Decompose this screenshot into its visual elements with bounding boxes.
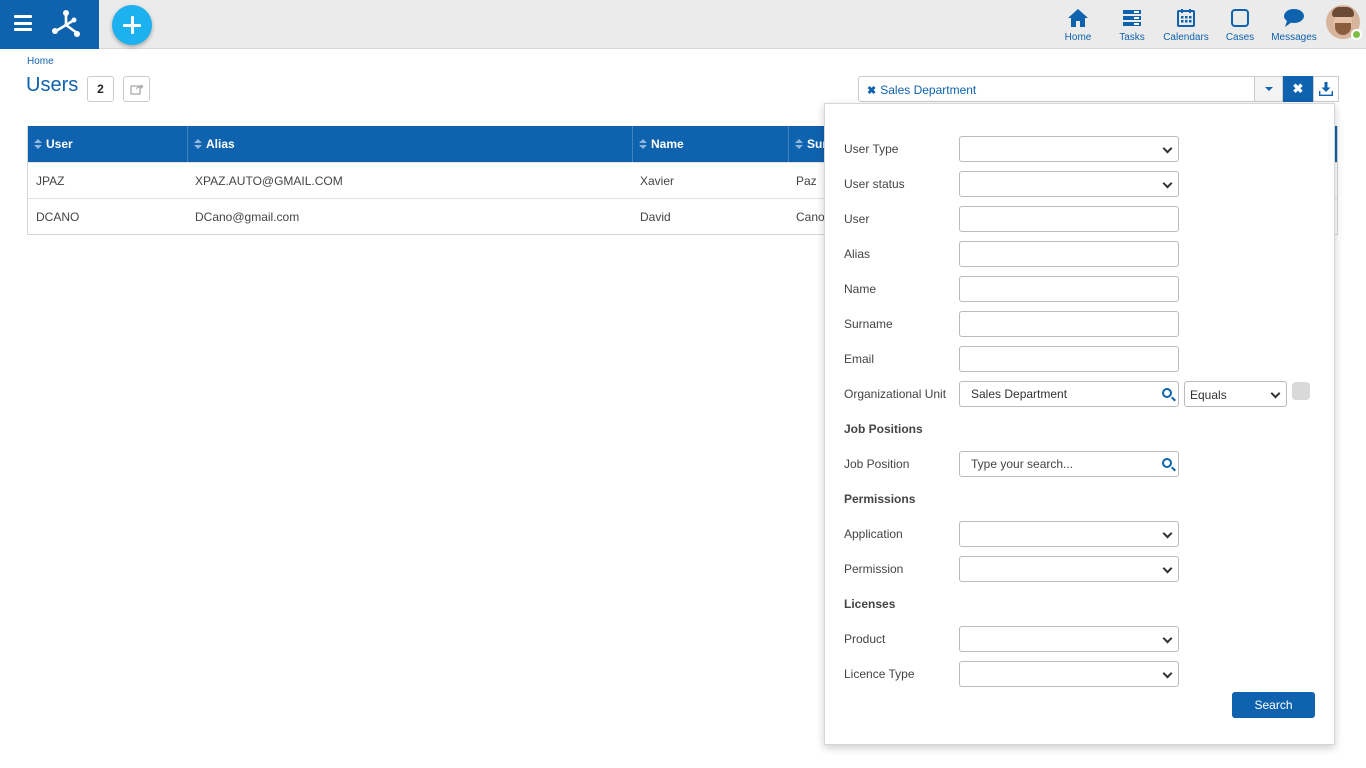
filter-chip: ✖ Sales Department (867, 83, 976, 97)
org-unit-operator-select[interactable]: Equals (1184, 381, 1287, 407)
licence-type-label: Licence Type (844, 667, 915, 681)
user-label: User (844, 212, 870, 226)
nav-cases-label: Cases (1225, 32, 1255, 43)
name-input[interactable] (959, 276, 1179, 302)
cell-name: David (640, 210, 671, 224)
export-button[interactable] (123, 76, 150, 102)
alias-label: Alias (844, 247, 871, 261)
breadcrumb-home[interactable]: Home (27, 56, 54, 67)
chevron-down-icon (1162, 563, 1173, 574)
name-label: Name (844, 282, 877, 296)
remove-filter-icon[interactable]: ✖ (867, 84, 876, 97)
surname-input[interactable] (959, 311, 1179, 337)
cell-alias: XPAZ.AUTO@GMAIL.COM (195, 174, 343, 188)
app-logo-icon[interactable] (50, 8, 82, 40)
record-count-badge: 2 (87, 76, 114, 102)
chevron-down-icon (1162, 633, 1173, 644)
permission-select[interactable] (959, 556, 1179, 582)
product-label: Product (844, 632, 886, 646)
download-icon (1319, 82, 1333, 96)
tasks-icon (1123, 10, 1141, 26)
share-icon (129, 84, 143, 95)
search-button[interactable]: Search (1232, 692, 1315, 718)
filter-row-org-unit: Organizational Unit Equals (844, 381, 1334, 407)
org-unit-operator-value: Equals (1190, 388, 1227, 402)
job-position-label: Job Position (844, 457, 910, 471)
sort-icon (34, 138, 42, 150)
page-title: Users (26, 74, 79, 96)
nav-messages-label: Messages (1271, 32, 1317, 43)
include-subunits-toggle[interactable] (1292, 382, 1310, 400)
cell-user: DCANO (36, 210, 80, 224)
column-header-alias[interactable]: Alias (187, 126, 632, 162)
user-type-label: User Type (844, 142, 899, 156)
nav-messages[interactable]: Messages (1267, 0, 1321, 49)
nav-home-label: Home (1064, 32, 1092, 43)
user-type-select[interactable] (959, 136, 1179, 162)
nav-cases[interactable]: Cases (1213, 0, 1267, 49)
calendar-icon (1177, 9, 1195, 27)
org-unit-label: Organizational Unit (844, 387, 947, 401)
nav-calendars[interactable]: Calendars (1159, 0, 1213, 49)
user-status-label: User status (844, 177, 905, 191)
sort-icon (795, 138, 803, 150)
nav-tasks-label: Tasks (1119, 32, 1145, 43)
application-select[interactable] (959, 521, 1179, 547)
cell-name: Xavier (640, 174, 675, 188)
chevron-down-icon (1162, 143, 1173, 154)
add-button[interactable] (112, 5, 152, 45)
caret-down-icon (1264, 87, 1273, 91)
sort-icon (194, 138, 202, 150)
permission-label: Permission (844, 562, 904, 576)
cell-alias: DCano@gmail.com (195, 210, 300, 224)
top-bar: Home Tasks Calendars Cases Messages (0, 0, 1366, 49)
download-button[interactable] (1313, 76, 1339, 102)
column-header-user[interactable]: User (28, 126, 187, 162)
clear-filters-button[interactable]: ✖ (1283, 76, 1313, 102)
product-select[interactable] (959, 626, 1179, 652)
user-status-select[interactable] (959, 171, 1179, 197)
filter-chip-label: Sales Department (880, 83, 977, 97)
menu-icon[interactable] (14, 15, 32, 31)
column-header-name[interactable]: Name (632, 126, 788, 162)
chevron-down-icon (1270, 388, 1281, 399)
nav-calendars-label: Calendars (1163, 32, 1209, 43)
licenses-heading: Licenses (844, 597, 896, 611)
alias-input[interactable] (959, 241, 1179, 267)
cell-surname: Cano (796, 210, 825, 224)
main-nav: Home Tasks Calendars Cases Messages (1051, 0, 1321, 49)
chevron-down-icon (1162, 178, 1173, 189)
cell-surname: Paz (796, 174, 817, 188)
online-status-icon (1351, 29, 1362, 40)
job-position-search-input[interactable] (959, 451, 1179, 477)
advanced-filter-panel: User Type User status User Alias Name Su… (824, 103, 1335, 745)
email-input[interactable] (959, 346, 1179, 372)
user-input[interactable] (959, 206, 1179, 232)
cell-user: JPAZ (36, 174, 65, 188)
nav-home[interactable]: Home (1051, 0, 1105, 49)
cases-icon (1231, 9, 1249, 27)
email-label: Email (844, 352, 875, 366)
job-positions-heading: Job Positions (844, 422, 923, 436)
licence-type-select[interactable] (959, 661, 1179, 687)
application-label: Application (844, 527, 903, 541)
brand-area (0, 0, 99, 49)
messages-icon (1284, 9, 1304, 27)
chevron-down-icon (1162, 668, 1173, 679)
sort-icon (639, 138, 647, 150)
filter-dropdown-toggle[interactable] (1254, 77, 1282, 101)
nav-tasks[interactable]: Tasks (1105, 0, 1159, 49)
home-icon (1068, 9, 1088, 27)
org-unit-input[interactable] (959, 381, 1179, 407)
surname-label: Surname (844, 317, 893, 331)
filter-bar[interactable]: ✖ Sales Department (858, 76, 1283, 102)
chevron-down-icon (1162, 528, 1173, 539)
permissions-heading: Permissions (844, 492, 916, 506)
